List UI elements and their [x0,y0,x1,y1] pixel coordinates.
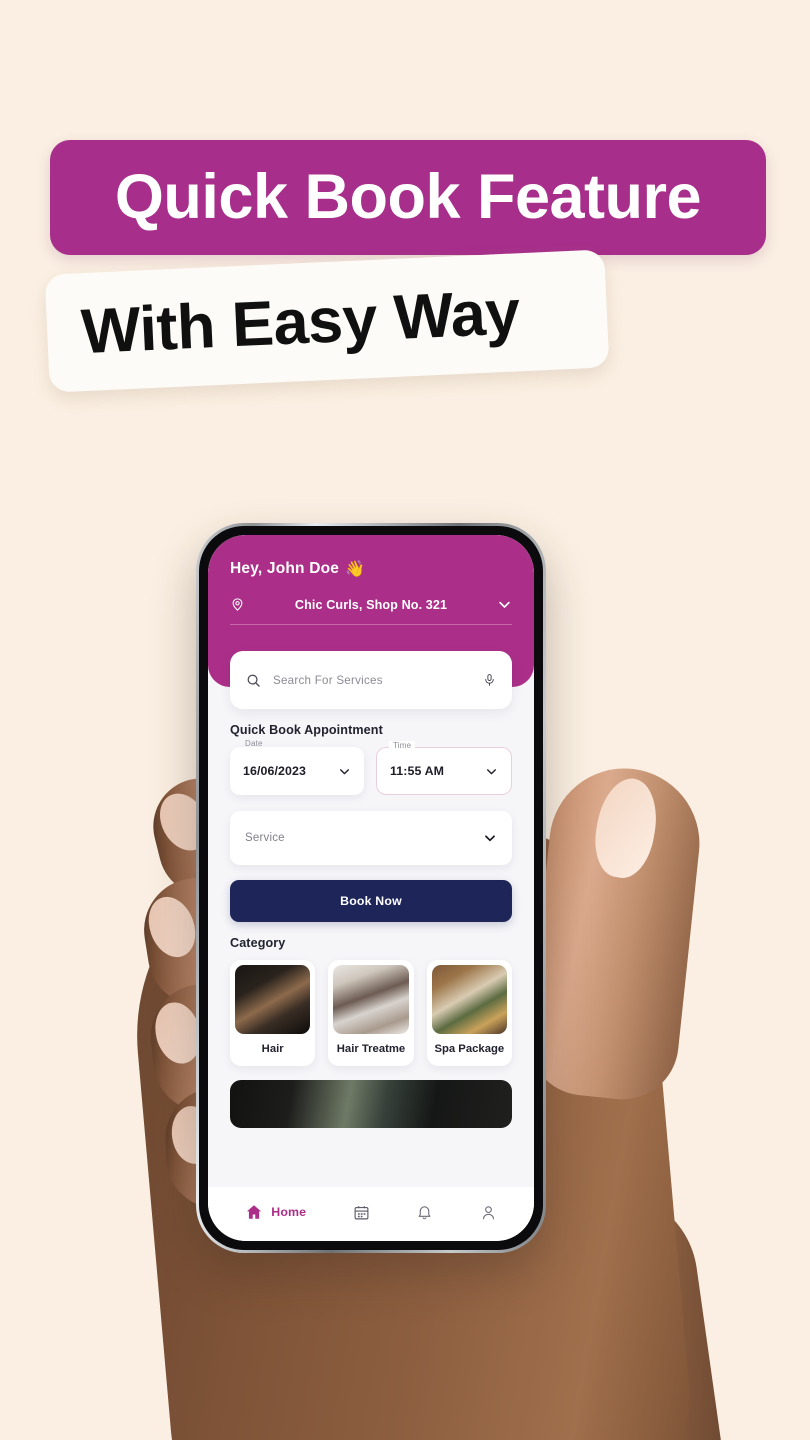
home-icon [247,1205,262,1219]
microphone-icon[interactable] [483,672,496,688]
greeting-row: Hey, John Doe 👋 [230,559,512,579]
phone-screen: Hey, John Doe 👋 Chic Curls, Shop No. 321… [208,535,534,1241]
date-field[interactable]: Date 16/06/2023 [230,739,364,795]
hero-section: Quick Book Feature With Easy Way [0,0,810,420]
category-label: Hair Treatme [336,1043,406,1055]
hero-title-line2: With Easy Way [79,276,522,367]
phone-bezel: Hey, John Doe 👋 Chic Curls, Shop No. 321… [199,526,543,1250]
date-time-row: Date 16/06/2023 Time 11:55 AM [230,739,512,795]
category-card[interactable]: Spa Package [426,960,512,1066]
category-label: Spa Package [434,1043,505,1055]
date-field-value: 16/06/2023 [243,764,307,778]
map-pin-icon [232,598,243,611]
promo-banner[interactable] [230,1080,512,1128]
nav-item-home[interactable]: Home [245,1203,306,1221]
date-field-label: Date [245,739,263,748]
wave-hand-icon: 👋 [345,561,366,578]
hero-title-line1: Quick Book Feature [114,162,702,232]
bell-icon [418,1205,431,1219]
chevron-down-icon[interactable] [485,765,498,778]
hero-banner-secondary: With Easy Way [44,249,610,393]
nav-item-notifications[interactable] [416,1204,433,1221]
time-field-label: Time [389,741,416,750]
search-bar[interactable]: Search For Services [230,651,512,709]
location-selector[interactable]: Chic Curls, Shop No. 321 [230,596,512,625]
time-field-value: 11:55 AM [390,764,445,778]
nav-label-home: Home [271,1205,307,1219]
chevron-down-icon [499,601,510,608]
category-image-hair-treatment [333,965,409,1034]
service-select[interactable]: Service [230,811,512,865]
quick-book-title: Quick Book Appointment [230,723,383,737]
user-icon [482,1205,494,1219]
category-card[interactable]: Hair Treatme [328,960,414,1066]
category-label: Hair [261,1043,284,1055]
category-list: Hair Hair Treatme Spa Package [230,960,512,1066]
nav-item-calendar[interactable] [353,1204,370,1221]
category-card[interactable]: Hair [230,960,316,1066]
service-placeholder: Service [245,832,285,844]
search-input-placeholder[interactable]: Search For Services [273,674,471,687]
app-content: Quick Book Appointment Date 16/06/2023 T… [208,709,534,1187]
calendar-icon [354,1205,369,1219]
category-image-hair [235,965,311,1034]
bottom-navigation: Home [208,1187,534,1241]
category-image-spa-package [431,965,507,1034]
chevron-down-icon[interactable] [483,831,497,845]
nav-item-profile[interactable] [480,1204,497,1221]
book-now-button[interactable]: Book Now [230,880,512,922]
category-title: Category [230,936,286,950]
chevron-down-icon[interactable] [338,765,351,778]
location-name: Chic Curls, Shop No. 321 [294,597,448,612]
greeting-text: Hey, John Doe [230,560,340,577]
phone-mockup: Hey, John Doe 👋 Chic Curls, Shop No. 321… [196,523,546,1253]
time-field[interactable]: Time 11:55 AM [376,741,512,795]
search-icon [247,674,260,687]
hero-banner-primary: Quick Book Feature [50,140,766,255]
